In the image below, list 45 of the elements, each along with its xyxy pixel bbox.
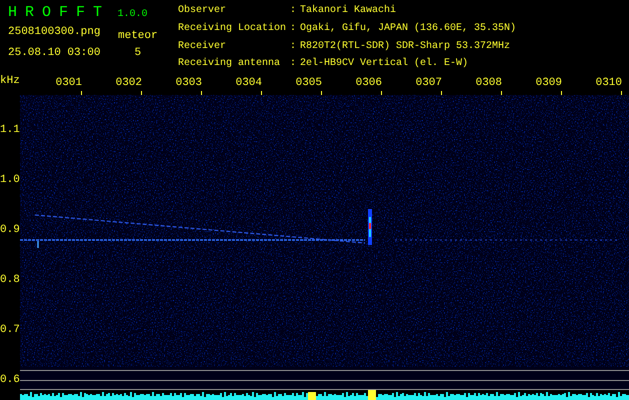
time-label: 0302 — [116, 77, 142, 89]
time-label: 0310 — [596, 77, 622, 89]
colon-separator: : — [290, 40, 298, 54]
info-value: Ogaki, Gifu, JAPAN (136.60E, 35.35N) — [300, 22, 516, 36]
filename-label: 2508100300.png — [8, 26, 102, 39]
info-label: Receiving antenna — [178, 57, 282, 72]
app-title: H R O F F T — [8, 4, 102, 22]
time-label: 0306 — [356, 77, 382, 89]
colon-separator: : — [290, 57, 298, 72]
axis-unit-label: kHz — [0, 75, 20, 87]
frequency-label: 1.0 — [0, 174, 20, 186]
info-value: 2el-HB9CV Vertical (el. E-W) — [300, 57, 470, 72]
tick-mark — [561, 91, 562, 95]
tick-mark — [261, 91, 262, 95]
datetime-label: 25.08.10 03:00 — [8, 47, 102, 60]
meteor-count: 5 — [134, 47, 142, 60]
time-label: 0307 — [416, 77, 442, 89]
info-value: Takanori Kawachi — [300, 4, 398, 18]
meteor-label: meteor — [118, 30, 158, 43]
tick-mark — [141, 91, 142, 95]
info-label: Observer — [178, 4, 228, 18]
colon-separator: : — [290, 4, 298, 18]
time-label: 0301 — [56, 77, 82, 89]
info-label: Receiver — [178, 40, 228, 54]
tick-mark — [381, 91, 382, 95]
tick-mark — [621, 91, 622, 95]
tick-mark — [201, 91, 202, 95]
version-label: 1.0.0 — [118, 8, 148, 21]
tick-mark — [501, 91, 502, 95]
info-label: Receiving Location — [178, 22, 288, 36]
frequency-label: 0.9 — [0, 224, 20, 236]
tick-mark — [81, 91, 82, 95]
time-label: 0308 — [476, 77, 502, 89]
time-label: 0303 — [176, 77, 202, 89]
tick-mark — [321, 91, 322, 95]
info-value: R820T2(RTL-SDR) SDR-Sharp 53.372MHz — [300, 40, 512, 54]
colon-separator: : — [290, 22, 298, 36]
frequency-label: 1.1 — [0, 124, 20, 136]
time-label: 0305 — [296, 77, 322, 89]
time-label: 0309 — [536, 77, 562, 89]
frequency-label: 0.8 — [0, 274, 20, 286]
tick-mark — [441, 91, 442, 95]
frequency-label: 0.6 — [0, 374, 20, 386]
frequency-label: 0.7 — [0, 324, 20, 336]
time-label: 0304 — [236, 77, 262, 89]
